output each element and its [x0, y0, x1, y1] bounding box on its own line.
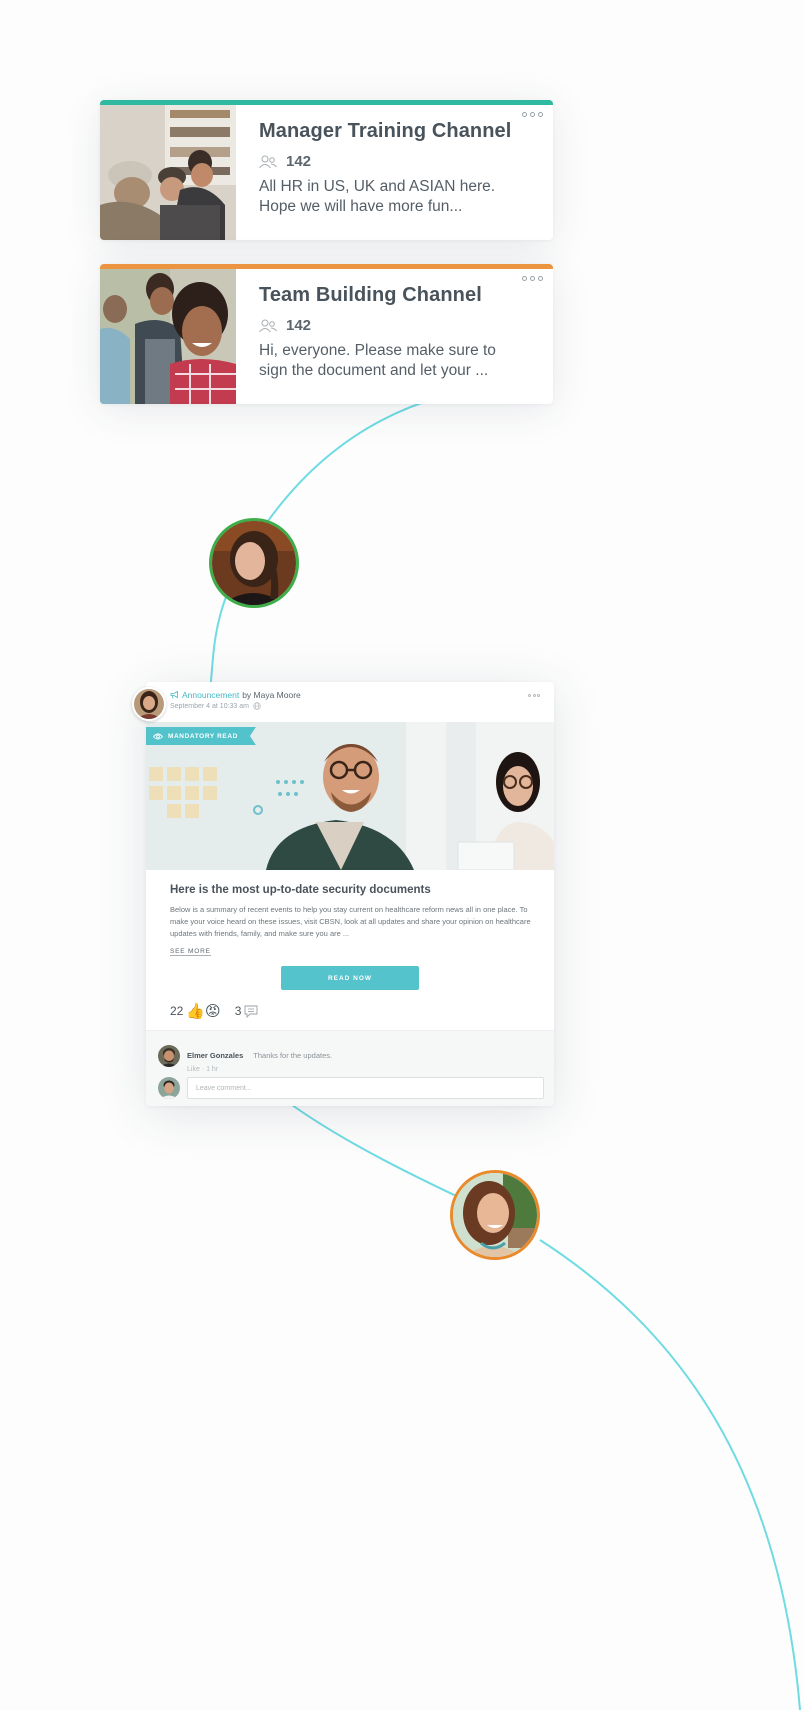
- members-icon: [259, 155, 277, 168]
- eye-icon: [153, 733, 163, 740]
- post-title[interactable]: Here is the most up-to-date security doc…: [170, 884, 534, 896]
- read-now-button[interactable]: READ NOW: [281, 966, 419, 990]
- comment-count: 3: [234, 1004, 242, 1018]
- more-options-button[interactable]: [522, 112, 543, 117]
- author-avatar[interactable]: [132, 687, 166, 721]
- commenter-name[interactable]: Elmer Gonzales: [187, 1051, 243, 1060]
- mandatory-read-badge: MANDATORY READ: [146, 727, 256, 745]
- channel-card[interactable]: Manager Training Channel 142 All HR in U…: [100, 100, 553, 240]
- channel-title[interactable]: Manager Training Channel: [259, 120, 513, 143]
- member-count: 142: [286, 153, 312, 170]
- member-count: 142: [286, 317, 312, 334]
- see-more-link[interactable]: SEE MORE: [170, 948, 211, 956]
- channel-thumbnail: [100, 269, 236, 404]
- post-hero-image: MANDATORY READ: [146, 722, 554, 870]
- comments-section: Elmer Gonzales Thanks for the updates. Li…: [146, 1030, 554, 1106]
- comment-time: 1 hr: [206, 1066, 219, 1073]
- channel-description: All HR in US, UK and ASIAN here. Hope we…: [259, 178, 496, 215]
- channel-title[interactable]: Team Building Channel: [259, 284, 513, 307]
- channel-card[interactable]: Team Building Channel 142 Hi, everyone. …: [100, 264, 553, 404]
- reaction-emojis[interactable]: 👍😡: [186, 1002, 220, 1020]
- commenter-avatar[interactable]: [158, 1045, 180, 1067]
- badge-label: MANDATORY READ: [168, 732, 238, 740]
- channel-description: Hi, everyone. Please make sure to sign t…: [259, 342, 496, 379]
- connector-segment-bottom: [539, 1239, 801, 1710]
- post-more-options-button[interactable]: [528, 694, 540, 697]
- comment-text: Thanks for the updates.: [253, 1051, 333, 1060]
- members-icon: [259, 319, 277, 332]
- more-options-button[interactable]: [522, 276, 543, 281]
- comment-icon: [244, 1005, 258, 1018]
- channel-thumbnail: [100, 105, 236, 240]
- reaction-count[interactable]: 22: [170, 1004, 183, 1018]
- megaphone-icon: [170, 691, 178, 699]
- comment-count-button[interactable]: 3: [235, 1004, 259, 1018]
- announcement-post: Announcement by Maya Moore September 4 a…: [132, 682, 554, 1106]
- post-timestamp: September 4 at 10:33 am: [170, 702, 249, 710]
- post-type-link[interactable]: Announcement: [182, 690, 239, 700]
- user-avatar[interactable]: [450, 1170, 540, 1260]
- like-comment-link[interactable]: Like: [187, 1066, 200, 1073]
- comment-item: Elmer Gonzales Thanks for the updates. Li…: [158, 1045, 332, 1073]
- user-avatar[interactable]: [209, 518, 299, 608]
- post-text: Below is a summary of recent events to h…: [170, 905, 531, 938]
- globe-icon: [253, 702, 261, 710]
- comment-input[interactable]: [187, 1077, 544, 1099]
- current-user-avatar: [158, 1077, 180, 1099]
- post-author: by Maya Moore: [242, 690, 301, 700]
